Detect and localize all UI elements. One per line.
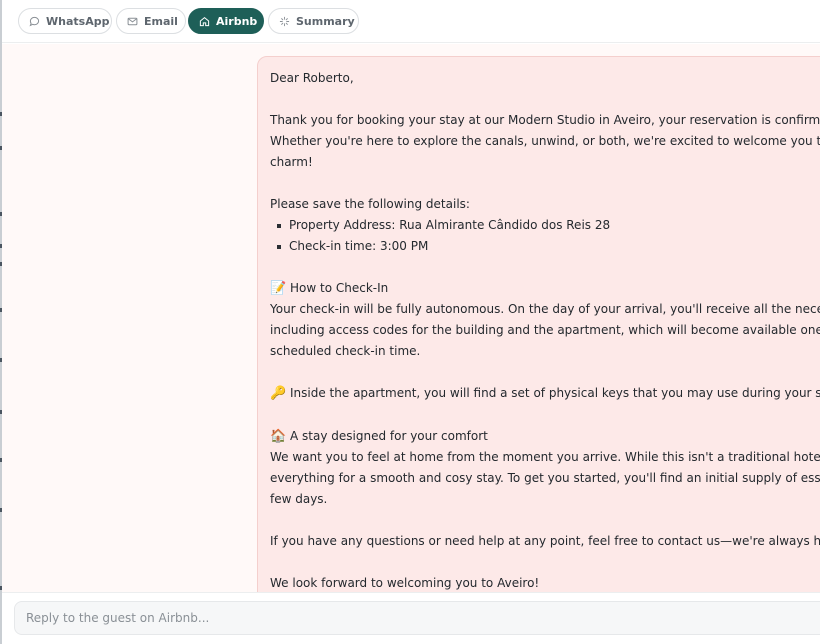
host-message-bubble: Dear Roberto, Thank you for booking your… xyxy=(257,56,820,592)
detail-checkin-time: Check-in time: 3:00 PM xyxy=(276,236,820,257)
chat-bubble-icon xyxy=(29,16,40,26)
tab-summary[interactable]: Summary xyxy=(268,8,359,34)
tab-label: Airbnb xyxy=(216,14,258,28)
questions-line: If you have any questions or need help a… xyxy=(270,534,820,548)
channel-tab-bar: WhatsApp Email Airbnb Summary xyxy=(2,0,820,43)
memo-emoji-icon: 📝 xyxy=(270,281,287,296)
mail-icon xyxy=(127,17,138,25)
message-save-details: Please save the following details: xyxy=(270,197,470,211)
tab-airbnb[interactable]: Airbnb xyxy=(188,8,264,34)
house-emoji-icon: 🏠 xyxy=(270,429,287,444)
checkin-line: including access codes for the building … xyxy=(270,323,820,337)
closing-line: We look forward to welcoming you to Avei… xyxy=(270,576,540,590)
tab-label: WhatsApp xyxy=(46,14,110,28)
checkin-line: Your check-in will be fully autonomous. … xyxy=(270,302,820,316)
message-intro-line: Whether you're here to explore the canal… xyxy=(270,134,820,148)
message-thread[interactable]: Dear Roberto, Thank you for booking your… xyxy=(2,44,820,592)
tab-label: Summary xyxy=(296,14,355,28)
comfort-heading: 🏠 A stay designed for your comfort xyxy=(270,429,488,444)
details-list: Property Address: Rua Almirante Cândido … xyxy=(270,215,820,257)
tab-email[interactable]: Email xyxy=(116,8,186,34)
sparkle-icon xyxy=(279,16,290,26)
tab-label: Email xyxy=(144,14,178,28)
message-intro-line: charm! xyxy=(270,155,313,169)
home-icon xyxy=(199,16,210,26)
keys-line: 🔑 Inside the apartment, you will find a … xyxy=(270,386,820,401)
checkin-line: scheduled check-in time. xyxy=(270,344,421,358)
tab-whatsapp[interactable]: WhatsApp xyxy=(18,8,112,34)
message-intro-line: Thank you for booking your stay at our M… xyxy=(270,113,820,127)
message-greeting: Dear Roberto, xyxy=(270,71,354,85)
comfort-line: We want you to feel at home from the mom… xyxy=(270,450,820,464)
reply-input[interactable] xyxy=(14,601,820,635)
checkin-heading: 📝 How to Check-In xyxy=(270,281,389,296)
comfort-line: few days. xyxy=(270,492,328,506)
detail-address: Property Address: Rua Almirante Cândido … xyxy=(276,215,820,236)
key-emoji-icon: 🔑 xyxy=(270,386,287,401)
reply-composer xyxy=(2,592,820,644)
comfort-line: everything for a smooth and cosy stay. T… xyxy=(270,471,820,485)
